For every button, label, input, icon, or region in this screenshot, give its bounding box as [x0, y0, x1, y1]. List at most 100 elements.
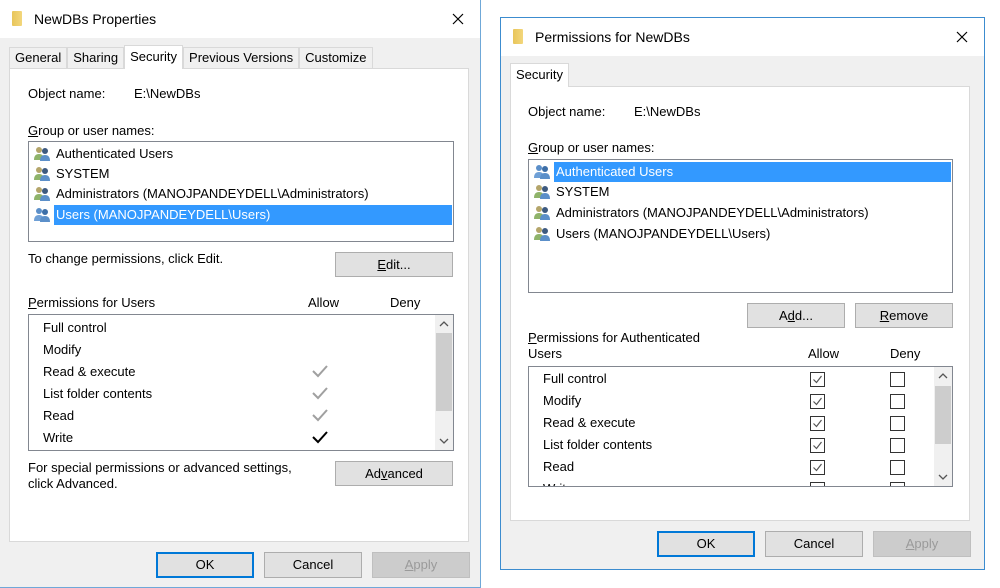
tab-sharing[interactable]: Sharing	[67, 47, 125, 68]
advanced-button[interactable]: Advanced	[335, 461, 453, 486]
permission-row: Modify	[529, 390, 934, 412]
permission-row: Read & execute	[529, 412, 934, 434]
group-item-system[interactable]: SYSTEM	[33, 164, 452, 184]
group-name: Administrators (MANOJPANDEYDELL\Administ…	[56, 186, 369, 201]
group-name: Users (MANOJPANDEYDELL\Users)	[54, 205, 452, 225]
scroll-up-button[interactable]	[435, 315, 453, 333]
close-button[interactable]	[948, 24, 976, 50]
title-bar: Permissions for NewDBs	[501, 18, 984, 56]
group-name: Authenticated Users	[56, 146, 174, 161]
accel-key: d	[787, 308, 795, 323]
deny-checkbox[interactable]	[890, 482, 905, 486]
security-panel: Object name: E:\NewDBs Group or user nam…	[510, 86, 970, 521]
dialog-title: NewDBs Properties	[34, 11, 157, 27]
scroll-down-button[interactable]	[435, 432, 453, 450]
permission-name: List folder contents	[43, 386, 153, 401]
label-text: ermissions for Users	[36, 295, 156, 310]
permission-name: Full control	[43, 320, 107, 335]
permissions-list: Full control Modify Read & execute List fol…	[528, 366, 953, 487]
cancel-button[interactable]: Cancel	[264, 552, 362, 578]
permission-name: Read	[543, 459, 575, 474]
cancel-button[interactable]: Cancel	[765, 531, 863, 557]
group-listbox[interactable]: Authenticated Users SYSTEM Administrator…	[28, 141, 454, 242]
deny-checkbox[interactable]	[890, 372, 905, 387]
button-text: dit...	[386, 257, 411, 272]
user-group-icon	[34, 208, 50, 222]
tab-security[interactable]: Security	[510, 63, 569, 87]
change-permissions-hint: To change permissions, click Edit.	[28, 251, 224, 266]
allow-header: Allow	[808, 346, 840, 361]
permission-row: Modify	[29, 339, 435, 361]
group-item-system[interactable]: SYSTEM	[533, 182, 951, 202]
scrollbar-thumb[interactable]	[935, 386, 951, 444]
allow-checkbox[interactable]	[810, 416, 825, 431]
permission-name: Write	[543, 481, 573, 486]
permission-name: Read & execute	[43, 364, 136, 379]
vertical-scrollbar[interactable]	[435, 315, 453, 450]
scrollbar-thumb[interactable]	[436, 333, 452, 411]
vertical-scrollbar[interactable]	[934, 367, 952, 486]
button-text: pply	[914, 536, 939, 551]
ok-button[interactable]: OK	[657, 531, 755, 557]
permission-row: Read	[529, 456, 934, 478]
apply-button[interactable]: Apply	[873, 531, 971, 557]
object-name-value: E:\NewDBs	[134, 86, 201, 101]
button-text: Ad	[365, 466, 381, 481]
allow-checkbox[interactable]	[810, 460, 825, 475]
tab-previous-versions[interactable]: Previous Versions	[183, 47, 300, 68]
allow-check-icon	[312, 365, 328, 378]
group-list-label: Group or user names:	[528, 140, 654, 155]
group-name: Authenticated Users	[554, 162, 951, 182]
group-listbox[interactable]: Authenticated Users SYSTEM Administrator…	[528, 159, 953, 293]
edit-button[interactable]: Edit...	[335, 252, 453, 277]
group-item-users[interactable]: Users (MANOJPANDEYDELL\Users)	[33, 205, 452, 225]
user-group-icon	[534, 185, 550, 199]
allow-checkbox[interactable]	[810, 482, 825, 486]
allow-checkbox[interactable]	[810, 394, 825, 409]
deny-checkbox[interactable]	[890, 438, 905, 453]
permissions-list: Full control Modify Read & execute List fol…	[28, 314, 454, 451]
scroll-up-button[interactable]	[934, 367, 952, 385]
scroll-down-button[interactable]	[934, 468, 952, 486]
deny-header: Deny	[890, 346, 921, 361]
folder-icon	[513, 29, 523, 44]
group-item-authenticated-users[interactable]: Authenticated Users	[533, 162, 951, 182]
advanced-hint-line2: click Advanced.	[28, 476, 118, 491]
title-bar: NewDBs Properties	[0, 0, 480, 38]
remove-button[interactable]: Remove	[855, 303, 953, 328]
permission-name: Full control	[543, 371, 607, 386]
tab-strip: Security	[510, 63, 569, 87]
tab-general[interactable]: General	[9, 47, 68, 68]
button-text: d...	[794, 308, 813, 323]
deny-checkbox[interactable]	[890, 416, 905, 431]
object-name-label: Object name:	[528, 104, 606, 119]
tab-security[interactable]: Security	[124, 45, 184, 69]
check-icon	[813, 375, 822, 384]
accel-key: P	[528, 330, 537, 345]
allow-checkbox[interactable]	[810, 372, 825, 387]
accel-key: G	[28, 123, 39, 138]
group-item-users[interactable]: Users (MANOJPANDEYDELL\Users)	[533, 224, 951, 244]
ok-button[interactable]: OK	[156, 552, 254, 578]
deny-checkbox[interactable]	[890, 460, 905, 475]
object-name-label: Object name:	[28, 86, 106, 101]
group-item-authenticated-users[interactable]: Authenticated Users	[33, 144, 452, 164]
accel-key: R	[879, 308, 890, 323]
label-text: roup or user names:	[538, 140, 655, 155]
group-item-administrators[interactable]: Administrators (MANOJPANDEYDELL\Administ…	[533, 203, 951, 223]
allow-checkbox[interactable]	[810, 438, 825, 453]
close-button[interactable]	[444, 6, 472, 32]
deny-checkbox[interactable]	[890, 394, 905, 409]
permission-name: Write	[43, 430, 74, 445]
tab-strip: General Sharing Security Previous Versio…	[9, 45, 373, 69]
permission-name: Modify	[543, 393, 582, 408]
tab-customize[interactable]: Customize	[299, 47, 373, 68]
permission-row: Write	[29, 427, 435, 449]
group-item-administrators[interactable]: Administrators (MANOJPANDEYDELL\Administ…	[33, 184, 452, 204]
apply-button[interactable]: Apply	[372, 552, 470, 578]
check-icon	[813, 463, 822, 472]
chevron-down-icon	[938, 474, 948, 480]
security-panel: Object name: E:\NewDBs Group or user nam…	[9, 68, 469, 542]
folder-icon	[12, 11, 22, 26]
add-button[interactable]: Add...	[747, 303, 845, 328]
